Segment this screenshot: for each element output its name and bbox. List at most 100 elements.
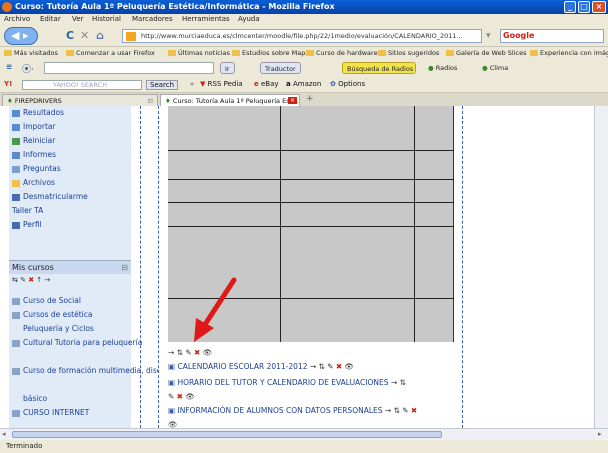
menu-bar: Archivo Editar Ver Historial Marcadores … [0, 14, 608, 25]
sidebar-item-desmatricularme[interactable]: Desmatricularme [12, 192, 88, 201]
folder-icon [530, 50, 538, 56]
course-icon [12, 339, 20, 347]
amazon-link[interactable]: a Amazon [286, 80, 321, 88]
maximize-button[interactable]: □ [578, 1, 590, 13]
moodle-sidebar: Resultados Importar Reiniciar Informes P… [0, 106, 158, 428]
toolbar-menu-icon[interactable]: ⦿· [22, 62, 34, 75]
menu-herramientas[interactable]: Herramientas [182, 15, 230, 23]
tab-close-icon[interactable]: ✕ [287, 97, 297, 104]
ebay-link[interactable]: e eBay [254, 80, 279, 88]
weather-button[interactable]: ● Clima [478, 62, 512, 74]
resource-edit-icons[interactable]: → ⇅ ✎ ✖ 👁 [168, 348, 212, 357]
folder-icon [446, 50, 454, 56]
sidebar-item-resultados[interactable]: Resultados [12, 108, 64, 117]
mis-cursos-header: Mis cursos ⊟ [9, 260, 131, 274]
url-text: http://www.murciaeduca.es/clmcenter/mood… [141, 32, 463, 40]
minimize-button[interactable]: _ [564, 1, 576, 13]
student-info-link[interactable]: ▣ INFORMACIÓN DE ALUMNOS CON DATOS PERSO… [168, 406, 417, 415]
menu-ayuda[interactable]: Ayuda [238, 15, 260, 23]
stop-icon[interactable]: ✕ [80, 29, 89, 42]
search-engine-icon[interactable]: Google [503, 31, 534, 40]
bookmark-most-visited[interactable]: Más visitados [4, 49, 58, 57]
scroll-right-icon[interactable]: ▸ [598, 430, 602, 438]
course-link-4b[interactable]: básico [23, 394, 47, 403]
yahoo-search-button[interactable]: Search [146, 80, 179, 90]
back-button[interactable]: ◀ ▸ [4, 27, 38, 45]
menu-marcadores[interactable]: Marcadores [132, 15, 173, 23]
toolbar-logo-icon: ≡ [6, 62, 13, 71]
horizontal-scrollbar[interactable]: ◂ ▸ [0, 428, 608, 440]
tab-curso-tutoria[interactable]: ♦ Curso: Tutoría Aula 1º Peluquería Est.… [160, 94, 300, 106]
radios-button[interactable]: ● Radios [424, 62, 461, 74]
course-icon [12, 409, 20, 417]
go-button[interactable]: Ir [220, 62, 235, 74]
reset-icon [12, 137, 20, 145]
translator-button[interactable]: Traductor [260, 62, 301, 74]
bookmark-web-slices[interactable]: Galería de Web Slices [446, 49, 526, 57]
sidebar-item-taller[interactable]: Taller TA [12, 206, 43, 215]
resource-edit-icons-2[interactable]: ✎ ✖ 👁 [168, 392, 195, 401]
new-tab-button[interactable]: + [306, 94, 314, 104]
sidebar-item-preguntas[interactable]: Preguntas [12, 164, 61, 173]
vertical-scrollbar[interactable] [594, 106, 608, 428]
dropdown-icon[interactable]: ▾ [486, 31, 491, 41]
menu-editar[interactable]: Editar [40, 15, 61, 23]
menu-ver[interactable]: Ver [72, 15, 83, 23]
collapse-icon[interactable]: ⊟ [121, 263, 128, 272]
sidebar-item-reiniciar[interactable]: Reiniciar [12, 136, 55, 145]
course-link-1[interactable]: Curso de Social [12, 296, 81, 305]
files-icon [12, 179, 20, 187]
course-link-4[interactable]: Curso de formación multimedia, diseño [12, 366, 158, 375]
status-bar: Terminado [0, 440, 608, 453]
yahoo-more-icon[interactable]: » [190, 80, 194, 88]
calendar-resource-link[interactable]: ▣ CALENDARIO ESCOLAR 2011-2012 → ⇅ ✎ ✖ 👁 [168, 362, 354, 371]
course-content: → ⇅ ✎ ✖ 👁 ▣ CALENDARIO ESCOLAR 2011-2012… [158, 106, 594, 428]
sidebar-item-importar[interactable]: Importar [12, 122, 56, 131]
resource-edit-icons-3[interactable]: 👁 [168, 420, 178, 428]
menu-archivo[interactable]: Archivo [4, 15, 30, 23]
bookmarks-bar: Más visitados Comenzar a usar Firefox Úl… [0, 47, 608, 59]
reports-icon [12, 151, 20, 159]
bookmark-news[interactable]: Últimas noticias [168, 49, 230, 57]
menu-historial[interactable]: Historial [92, 15, 121, 23]
course-link-3[interactable]: Cultural Tutoria para peluquería [12, 338, 142, 347]
course-icon [12, 297, 20, 305]
url-bar[interactable]: http://www.murciaeduca.es/clmcenter/mood… [122, 29, 482, 43]
block-edit-icons[interactable]: ⇆ ✎ ✖ ↑ → [12, 276, 50, 284]
sidebar-item-perfil[interactable]: Perfil [12, 220, 42, 229]
sidebar-item-informes[interactable]: Informes [12, 150, 56, 159]
bookmark-maps[interactable]: Estudios sobre Mapas [232, 49, 313, 57]
questions-icon [12, 165, 20, 173]
grades-icon [12, 109, 20, 117]
navigation-toolbar: ◀ ▸ C ✕ ⌂ http://www.murciaeduca.es/clmc… [0, 25, 608, 47]
scroll-left-icon[interactable]: ◂ [2, 430, 6, 438]
bookmark-hardware[interactable]: Curso de hardware [306, 49, 378, 57]
folder-icon [168, 50, 176, 56]
tab-bar: ♦ FIREPDRIVERS ⊟ ♦ Curso: Tutoría Aula 1º… [0, 93, 608, 106]
home-icon[interactable]: ⌂ [96, 29, 104, 42]
reload-icon[interactable]: C [66, 29, 74, 42]
tutor-schedule-link[interactable]: ▣ HORARIO DEL TUTOR Y CALENDARIO DE EVAL… [168, 378, 406, 387]
rss-link[interactable]: ▼ RSS Pedia [200, 80, 243, 88]
yahoo-search-input[interactable]: YAHOO! SEARCH [22, 80, 142, 90]
bookmark-images[interactable]: Experiencia con imágenes [530, 49, 608, 57]
tab-firepdrivers[interactable]: ♦ FIREPDRIVERS ⊟ [2, 94, 158, 106]
scrollbar-thumb[interactable] [12, 431, 442, 438]
toolbar-search-input[interactable] [44, 62, 214, 74]
bookmark-getting-started[interactable]: Comenzar a usar Firefox [66, 49, 155, 57]
unenrol-icon [12, 193, 20, 201]
radio-search-button[interactable]: Búsqueda de Radios [342, 62, 416, 74]
course-icon [12, 311, 20, 319]
folder-icon [378, 50, 386, 56]
course-link-2[interactable]: Cursos de estética [12, 310, 92, 319]
course-link-2b[interactable]: Peluquería y Ciclos [23, 324, 94, 333]
yahoo-logo-icon: Y! [4, 80, 13, 88]
sidebar-item-archivos[interactable]: Archivos [12, 178, 55, 187]
course-link-5[interactable]: CURSO INTERNET [12, 408, 89, 417]
close-button[interactable]: × [592, 1, 606, 13]
bookmark-suggested[interactable]: Sitios sugeridos [378, 49, 439, 57]
search-input[interactable]: Google [500, 29, 604, 43]
options-link[interactable]: ✿ Options [330, 80, 365, 88]
site-favicon [126, 32, 136, 41]
import-icon [12, 123, 20, 131]
